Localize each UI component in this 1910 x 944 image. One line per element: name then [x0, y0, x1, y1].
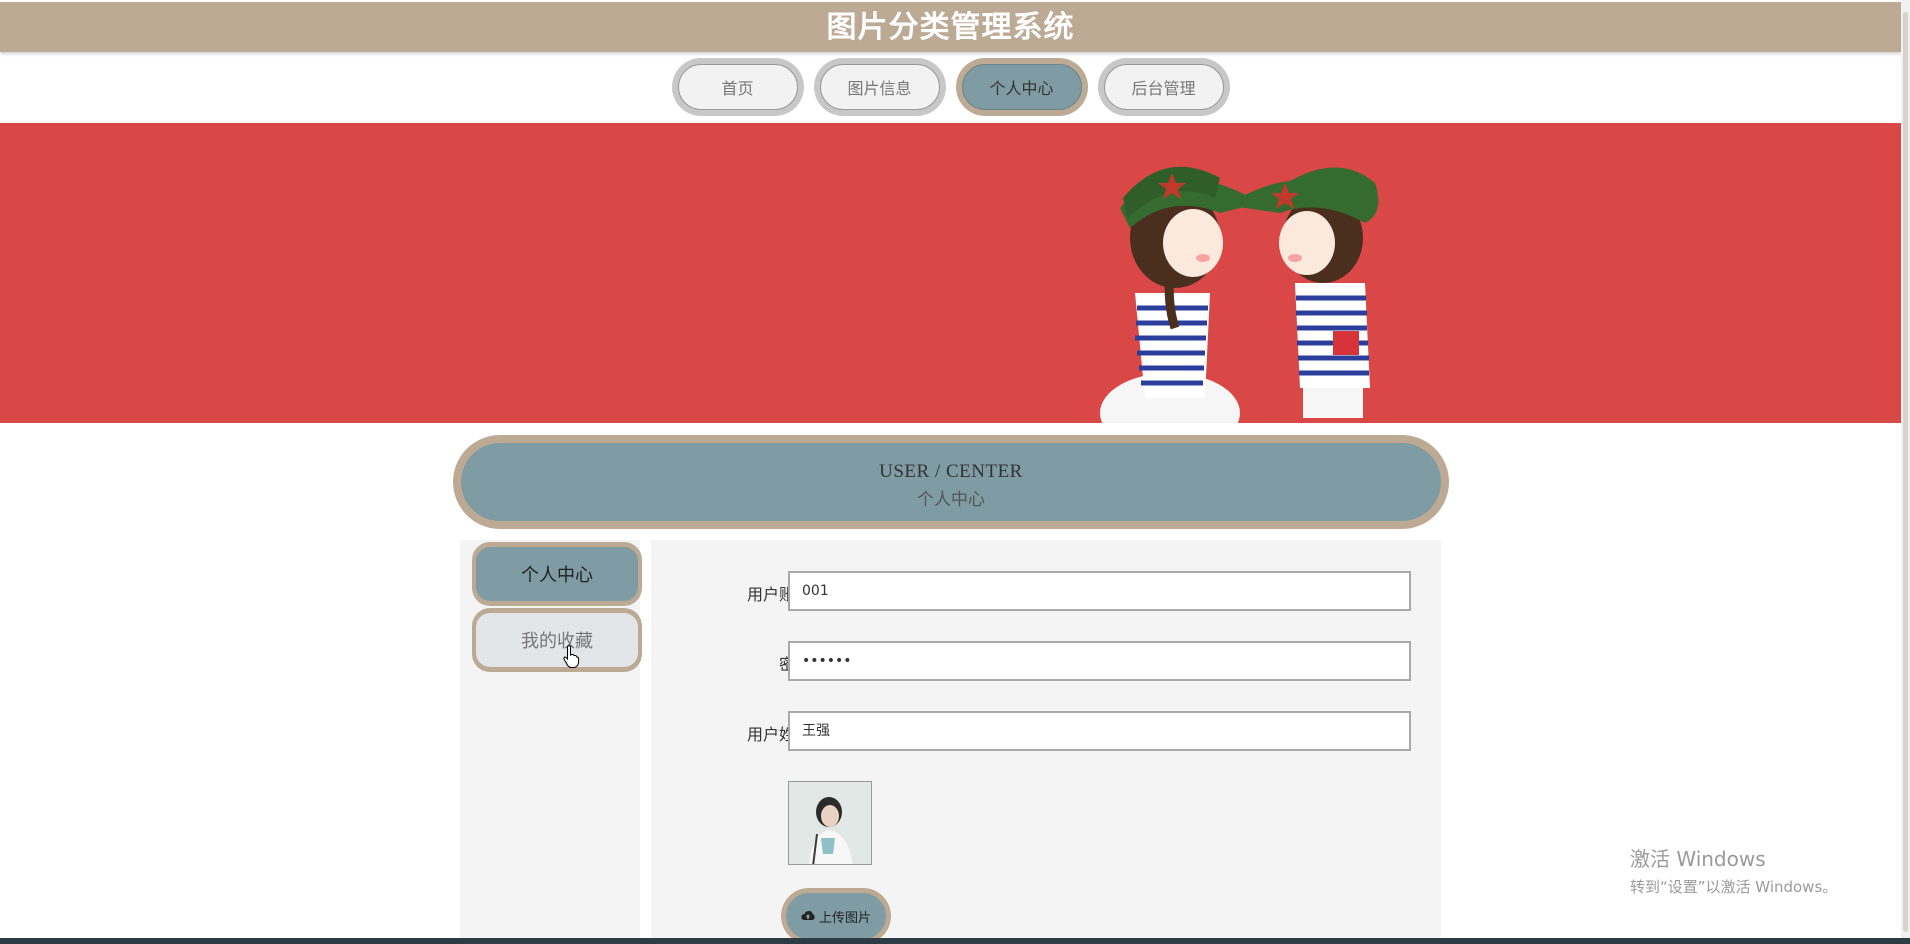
cloud-upload-icon: [801, 911, 815, 920]
nav-item-pictures[interactable]: 图片信息: [813, 58, 946, 116]
banner: [0, 123, 1901, 423]
hand-cursor-icon: [563, 645, 580, 668]
nav-item-label: 首页: [677, 64, 798, 110]
sidebar-item-label: 我的收藏: [476, 613, 638, 667]
top-nav: 首页 图片信息 个人中心 后台管理: [0, 58, 1901, 118]
section-title-en: USER / CENTER: [879, 461, 1023, 482]
app-title: 图片分类管理系统: [826, 10, 1075, 45]
form-row-password: 密码 ••••••: [651, 641, 1441, 681]
form-row-account: 用户账号 001: [651, 571, 1441, 611]
sidebar: 个人中心 我的收藏: [460, 540, 642, 944]
section-header-inner: USER / CENTER 个人中心: [461, 443, 1441, 521]
nav-item-user-center[interactable]: 个人中心: [955, 58, 1088, 116]
banner-illustration: [1100, 166, 1379, 423]
section-title-cn: 个人中心: [917, 490, 985, 510]
avatar-image: [788, 781, 872, 865]
profile-form: 用户账号 001 密码 •••••• 用户姓名 王强 上传图片: [651, 540, 1441, 944]
app-header: 图片分类管理系统: [0, 2, 1901, 52]
sidebar-item-favorites[interactable]: 我的收藏: [472, 608, 642, 672]
upload-button-inner: 上传图片: [786, 893, 886, 939]
section-header: USER / CENTER 个人中心: [453, 435, 1449, 529]
nav-item-home[interactable]: 首页: [671, 58, 804, 116]
sidebar-item-label: 个人中心: [476, 547, 638, 601]
taskbar: [0, 938, 1910, 944]
upload-button-label: 上传图片: [818, 910, 871, 926]
nav-item-label: 后台管理: [1103, 64, 1224, 110]
scrollbar-thumb[interactable]: [1903, 12, 1908, 932]
name-input[interactable]: 王强: [788, 711, 1411, 751]
form-row-name: 用户姓名 王强: [651, 711, 1441, 751]
account-input[interactable]: 001: [788, 571, 1411, 611]
nav-item-label: 图片信息: [819, 64, 940, 110]
nav-item-admin[interactable]: 后台管理: [1097, 58, 1230, 116]
nav-item-label: 个人中心: [961, 64, 1082, 110]
avatar-photo: [789, 782, 871, 864]
windows-activation-watermark: 激活 Windows 转到“设置”以激活 Windows。: [1630, 843, 1837, 897]
page-scrollbar[interactable]: [1901, 0, 1910, 944]
password-input[interactable]: ••••••: [788, 641, 1411, 681]
watermark-line2: 转到“设置”以激活 Windows。: [1630, 878, 1838, 896]
upload-image-button[interactable]: 上传图片: [781, 888, 891, 944]
watermark-line1: 激活 Windows: [1630, 847, 1766, 871]
sidebar-item-user-center[interactable]: 个人中心: [472, 542, 642, 606]
